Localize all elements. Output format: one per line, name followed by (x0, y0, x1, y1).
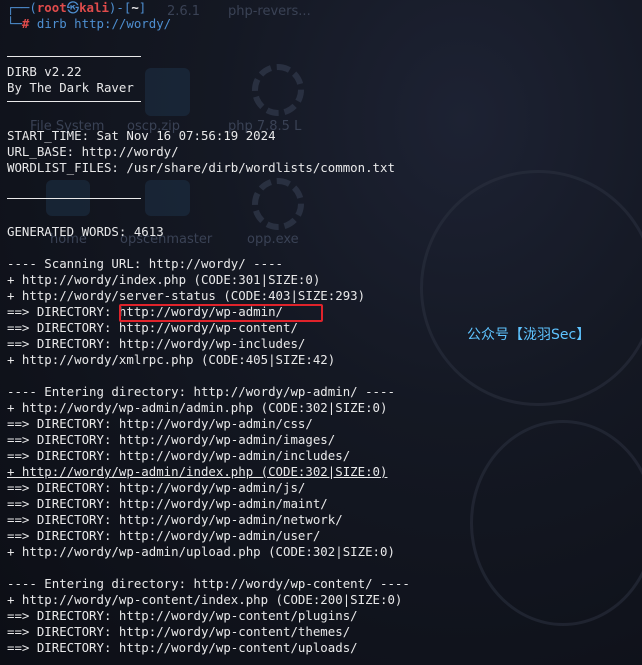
result-line: ==> DIRECTORY: http://wordy/wp-admin/css… (7, 416, 313, 431)
result-line: ==> DIRECTORY: http://wordy/wp-content/t… (7, 624, 351, 639)
result-line: + http://wordy/wp-admin/index.php (CODE:… (7, 464, 388, 479)
wp-admin-highlight-box (119, 304, 323, 322)
result-line: ==> DIRECTORY: http://wordy/wp-admin/js/ (7, 480, 306, 495)
result-line: ==> DIRECTORY: http://wordy/wp-admin/ima… (7, 432, 336, 447)
prompt-at: ㉿ (66, 0, 80, 15)
wordlist-files: WORDLIST_FILES: /usr/share/dirb/wordlist… (7, 160, 395, 175)
banner-bottom-rule (7, 101, 141, 102)
prompt-line: ┌──(root㉿kali)-[~] (7, 0, 147, 15)
prompt-host: kali (79, 0, 109, 15)
result-line: + http://wordy/wp-admin/upload.php (CODE… (7, 544, 395, 559)
result-line: ==> DIRECTORY: http://wordy/wp-admin/inc… (7, 448, 351, 463)
result-line: + http://wordy/wp-admin/admin.php (CODE:… (7, 400, 388, 415)
banner-top-rule (7, 56, 141, 57)
banner-author: By The Dark Raver (7, 80, 134, 95)
banner-title: DIRB v2.22 (7, 64, 82, 79)
start-time: START_TIME: Sat Nov 16 07:56:19 2024 (7, 128, 276, 143)
prompt-user: root (36, 0, 67, 15)
prompt-dir: ~ (131, 0, 139, 15)
result-line: + http://wordy/wp-content/index.php (COD… (7, 592, 403, 607)
generated-words: GENERATED WORDS: 4613 (7, 224, 164, 239)
command-line: └─# dirb http://wordy/ (7, 16, 172, 31)
scan-header: ---- Entering directory: http://wordy/wp… (7, 384, 395, 399)
result-line: ==> DIRECTORY: http://wordy/wp-includes/ (7, 336, 306, 351)
result-line: + http://wordy/index.php (CODE:301|SIZE:… (7, 272, 321, 287)
result-line: ==> DIRECTORY: http://wordy/wp-admin/net… (7, 512, 343, 527)
result-line: ==> DIRECTORY: http://wordy/wp-content/p… (7, 608, 358, 623)
result-line: + http://wordy/xmlrpc.php (CODE:405|SIZE… (7, 352, 336, 367)
result-line: ==> DIRECTORY: http://wordy/wp-content/ (7, 320, 298, 335)
result-line: ==> DIRECTORY: http://wordy/wp-admin/use… (7, 528, 321, 543)
command-text: dirb http://wordy/ (36, 16, 172, 31)
scan-header: ---- Entering directory: http://wordy/wp… (7, 576, 410, 591)
result-line: ==> DIRECTORY: http://wordy/wp-admin/mai… (7, 496, 328, 511)
scan-header: ---- Scanning URL: http://wordy/ ---- (7, 256, 284, 271)
result-line: ==> DIRECTORY: http://wordy/wp-content/u… (7, 640, 358, 655)
watermark-label: 公众号【泷羽Sec】 (467, 327, 591, 343)
info-rule (7, 198, 141, 199)
result-line: + http://wordy/server-status (CODE:403|S… (7, 288, 366, 303)
url-base: URL_BASE: http://wordy/ (7, 144, 179, 159)
